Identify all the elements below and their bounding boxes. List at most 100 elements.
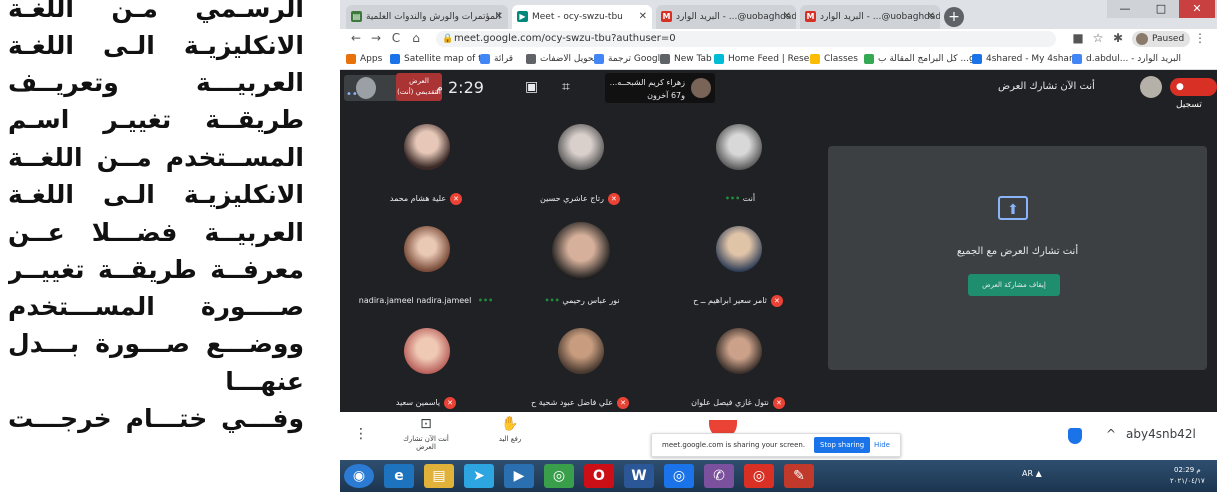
menu-icon[interactable]: ⋮ bbox=[1192, 31, 1208, 45]
participant-tile[interactable]: علي فاضل عبود شحية ح ✕ bbox=[500, 320, 660, 422]
participant-name: ثامر سعير ابراهيم ــ ح bbox=[693, 296, 767, 305]
stop-presenting-button[interactable]: إيقاف مشاركة العرض bbox=[968, 274, 1060, 296]
close-icon[interactable]: ✕ bbox=[495, 5, 503, 29]
chevron-up-icon[interactable]: ^ bbox=[1106, 427, 1116, 441]
participant-photo bbox=[558, 124, 604, 170]
new-tab-button[interactable]: + bbox=[944, 7, 964, 27]
bookmark-item[interactable]: Home Feed | Resea... bbox=[714, 49, 820, 69]
bookmark-item[interactable]: 4shared - My 4shar... bbox=[972, 49, 1082, 69]
word-icon[interactable]: W bbox=[624, 464, 654, 488]
participant-tile[interactable]: نتول غازي فيصل علوان ✕ bbox=[658, 320, 818, 422]
mic-off-icon: ✕ bbox=[617, 396, 629, 409]
bookmark-item[interactable]: d.abdul... - البريد الوارد bbox=[1072, 49, 1196, 69]
tab-gmail-2[interactable]: M البريد الوارد - ...@uobaghdad.edu.iq ✕ bbox=[656, 5, 796, 29]
raise-hand-label: رفع اليد bbox=[498, 435, 522, 443]
maximize-button[interactable]: □ bbox=[1143, 0, 1179, 18]
camera-icon[interactable]: ■ bbox=[1070, 31, 1086, 45]
start-orb-icon[interactable]: ◉ bbox=[344, 464, 374, 488]
active-speaker-tile[interactable]: زهراء كريم الشبحــه... و67 آخرون bbox=[605, 73, 715, 103]
participant-name: نور عباس رحيمي bbox=[562, 296, 620, 305]
bookmark-item[interactable]: Satellite map of the... bbox=[390, 49, 490, 69]
layout-icon[interactable]: ⌗ bbox=[562, 79, 570, 95]
mic-off-icon: ✕ bbox=[770, 294, 783, 307]
tab-meet[interactable]: ▶ Meet - ocy-swzu-tbu ✕ bbox=[512, 5, 652, 29]
participant-name: رتاج عاشري حسين bbox=[540, 194, 604, 203]
paused-label: Paused bbox=[1152, 34, 1185, 44]
star-icon[interactable]: ☆ bbox=[1090, 31, 1106, 45]
folder-icon[interactable]: ▤ bbox=[424, 464, 454, 488]
participant-tile[interactable]: ياسمين سعيد ✕ bbox=[346, 320, 506, 422]
shield-icon[interactable] bbox=[1068, 428, 1082, 444]
system-tray[interactable]: AR ▲ bbox=[1022, 469, 1042, 478]
hide-notice-button[interactable]: Hide bbox=[874, 434, 890, 456]
minimize-button[interactable]: — bbox=[1107, 0, 1143, 18]
participant-name: علي فاضل عبود شحية ح bbox=[531, 398, 613, 407]
tab-gmail-3[interactable]: M البريد الوارد - ...@uobaghdad.edu.iq ✕ bbox=[800, 5, 940, 29]
bookmarks-bar: Apps Satellite map of the... قرائة تحويل… bbox=[340, 49, 1217, 70]
bookmark-label: Home Feed | Resea... bbox=[728, 54, 820, 64]
bookmark-label: Classes bbox=[824, 54, 858, 64]
bookmark-item[interactable]: كل البرامج المقالة ب ...gis bbox=[864, 49, 982, 69]
chrome2-icon[interactable]: ◎ bbox=[744, 464, 774, 488]
meeting-code[interactable]: aby4snb42l bbox=[1126, 427, 1196, 441]
viber-icon[interactable]: ✆ bbox=[704, 464, 734, 488]
apps-icon bbox=[346, 54, 356, 64]
participant-tile[interactable]: ••• نور عباس رحيمي bbox=[500, 218, 660, 320]
address-bar[interactable]: 🔒 meet.google.com/ocy-swzu-tbu?authuser=… bbox=[436, 31, 1056, 47]
close-icon[interactable]: ✕ bbox=[783, 5, 791, 29]
bookmark-item[interactable]: تحويل الاضفات bbox=[526, 49, 604, 69]
home-button[interactable]: ⌂ bbox=[408, 31, 424, 45]
close-icon[interactable]: ✕ bbox=[927, 5, 935, 29]
doc-line: الانكليزيـة الـى اللغـة bbox=[8, 180, 304, 209]
participant-tile[interactable]: ثامر سعير ابراهيم ــ ح ✕ bbox=[658, 218, 818, 320]
back-button[interactable]: ← bbox=[348, 31, 364, 45]
speaking-indicator-icon: ••• bbox=[544, 296, 560, 305]
tab-title: المؤتمرات والورش والندوات العلمية bbox=[366, 12, 501, 22]
participant-grid: ••• أنت رتاج عاشري حسين ✕ علية هشام محمد ✕… bbox=[340, 106, 822, 412]
bookmark-label: New Tab bbox=[674, 54, 712, 64]
participant-photo bbox=[558, 328, 604, 374]
bookmark-label: ترجمة Google bbox=[608, 54, 666, 64]
doc-line: عنهـــا bbox=[225, 367, 304, 396]
forward-button[interactable]: → bbox=[368, 31, 384, 45]
more-options-button[interactable]: ⋮ bbox=[354, 426, 368, 442]
media-icon[interactable]: ▶ bbox=[504, 464, 534, 488]
participant-tile[interactable]: ••• أنت bbox=[658, 116, 818, 218]
chrome-icon[interactable]: ◎ bbox=[544, 464, 574, 488]
time-suffix: م bbox=[436, 81, 443, 94]
speaker-name: زهراء كريم الشبحــه... و67 آخرون bbox=[609, 78, 685, 100]
speaking-indicator-icon: ••• bbox=[477, 296, 494, 305]
close-icon[interactable]: ✕ bbox=[639, 5, 647, 29]
paint-icon[interactable]: ✎ bbox=[784, 464, 814, 488]
ie-icon[interactable]: e bbox=[384, 464, 414, 488]
doc-line: العربيـــة وتعريــف bbox=[8, 68, 304, 97]
captions-icon[interactable]: ▣ bbox=[525, 79, 538, 95]
opera-icon[interactable]: O bbox=[584, 464, 614, 488]
doc-line: المســتخدم مــن اللغــة bbox=[8, 143, 304, 172]
reload-button[interactable]: C bbox=[388, 31, 404, 45]
system-clock[interactable]: 02:29 م ٢٠٢١/٠٤/١٧ bbox=[1170, 465, 1205, 487]
close-window-button[interactable]: ✕ bbox=[1179, 0, 1215, 18]
participant-tile[interactable]: علية هشام محمد ✕ bbox=[346, 116, 506, 218]
extensions-icon[interactable]: ✱ bbox=[1110, 31, 1126, 45]
window-controls: — □ ✕ bbox=[1107, 0, 1217, 18]
participant-photo bbox=[716, 226, 762, 272]
tab-gmail-1[interactable]: ▤ المؤتمرات والورش والندوات العلمية ✕ bbox=[346, 5, 508, 29]
telegram-icon[interactable]: ➤ bbox=[464, 464, 494, 488]
classroom-icon bbox=[810, 54, 820, 64]
bookmark-item[interactable]: ترجمة Google bbox=[594, 49, 670, 69]
app-icon[interactable]: ◎ bbox=[664, 464, 694, 488]
present-now-button[interactable]: ⊡ أنت الآن تشارك العرض bbox=[396, 416, 456, 451]
participant-tile[interactable]: رتاج عاشري حسين ✕ bbox=[500, 116, 660, 218]
page-icon bbox=[526, 54, 536, 64]
share-notice-text: meet.google.com is sharing your screen. bbox=[662, 441, 806, 449]
record-button[interactable]: ● تسجيل bbox=[1170, 78, 1217, 110]
meet-top-bar: ••• العرض التقديمي (أنت) م 2:29 ▣ ⌗ زهرا… bbox=[340, 70, 1217, 110]
meet-bottom-bar: ⋮ ⊡ أنت الآن تشارك العرض ✋ رفع اليد meet… bbox=[340, 412, 1217, 460]
stop-sharing-button[interactable]: Stop sharing bbox=[814, 437, 871, 453]
tab-title: Meet - ocy-swzu-tbu bbox=[532, 12, 623, 22]
raise-hand-button[interactable]: ✋ رفع اليد bbox=[480, 416, 540, 443]
profile-button[interactable]: Paused bbox=[1132, 31, 1191, 47]
doc-line: ووضـــع صـــورة بـــدل bbox=[8, 329, 304, 358]
participant-tile[interactable]: nadira.jameel nadira.jameel ••• bbox=[346, 218, 506, 320]
